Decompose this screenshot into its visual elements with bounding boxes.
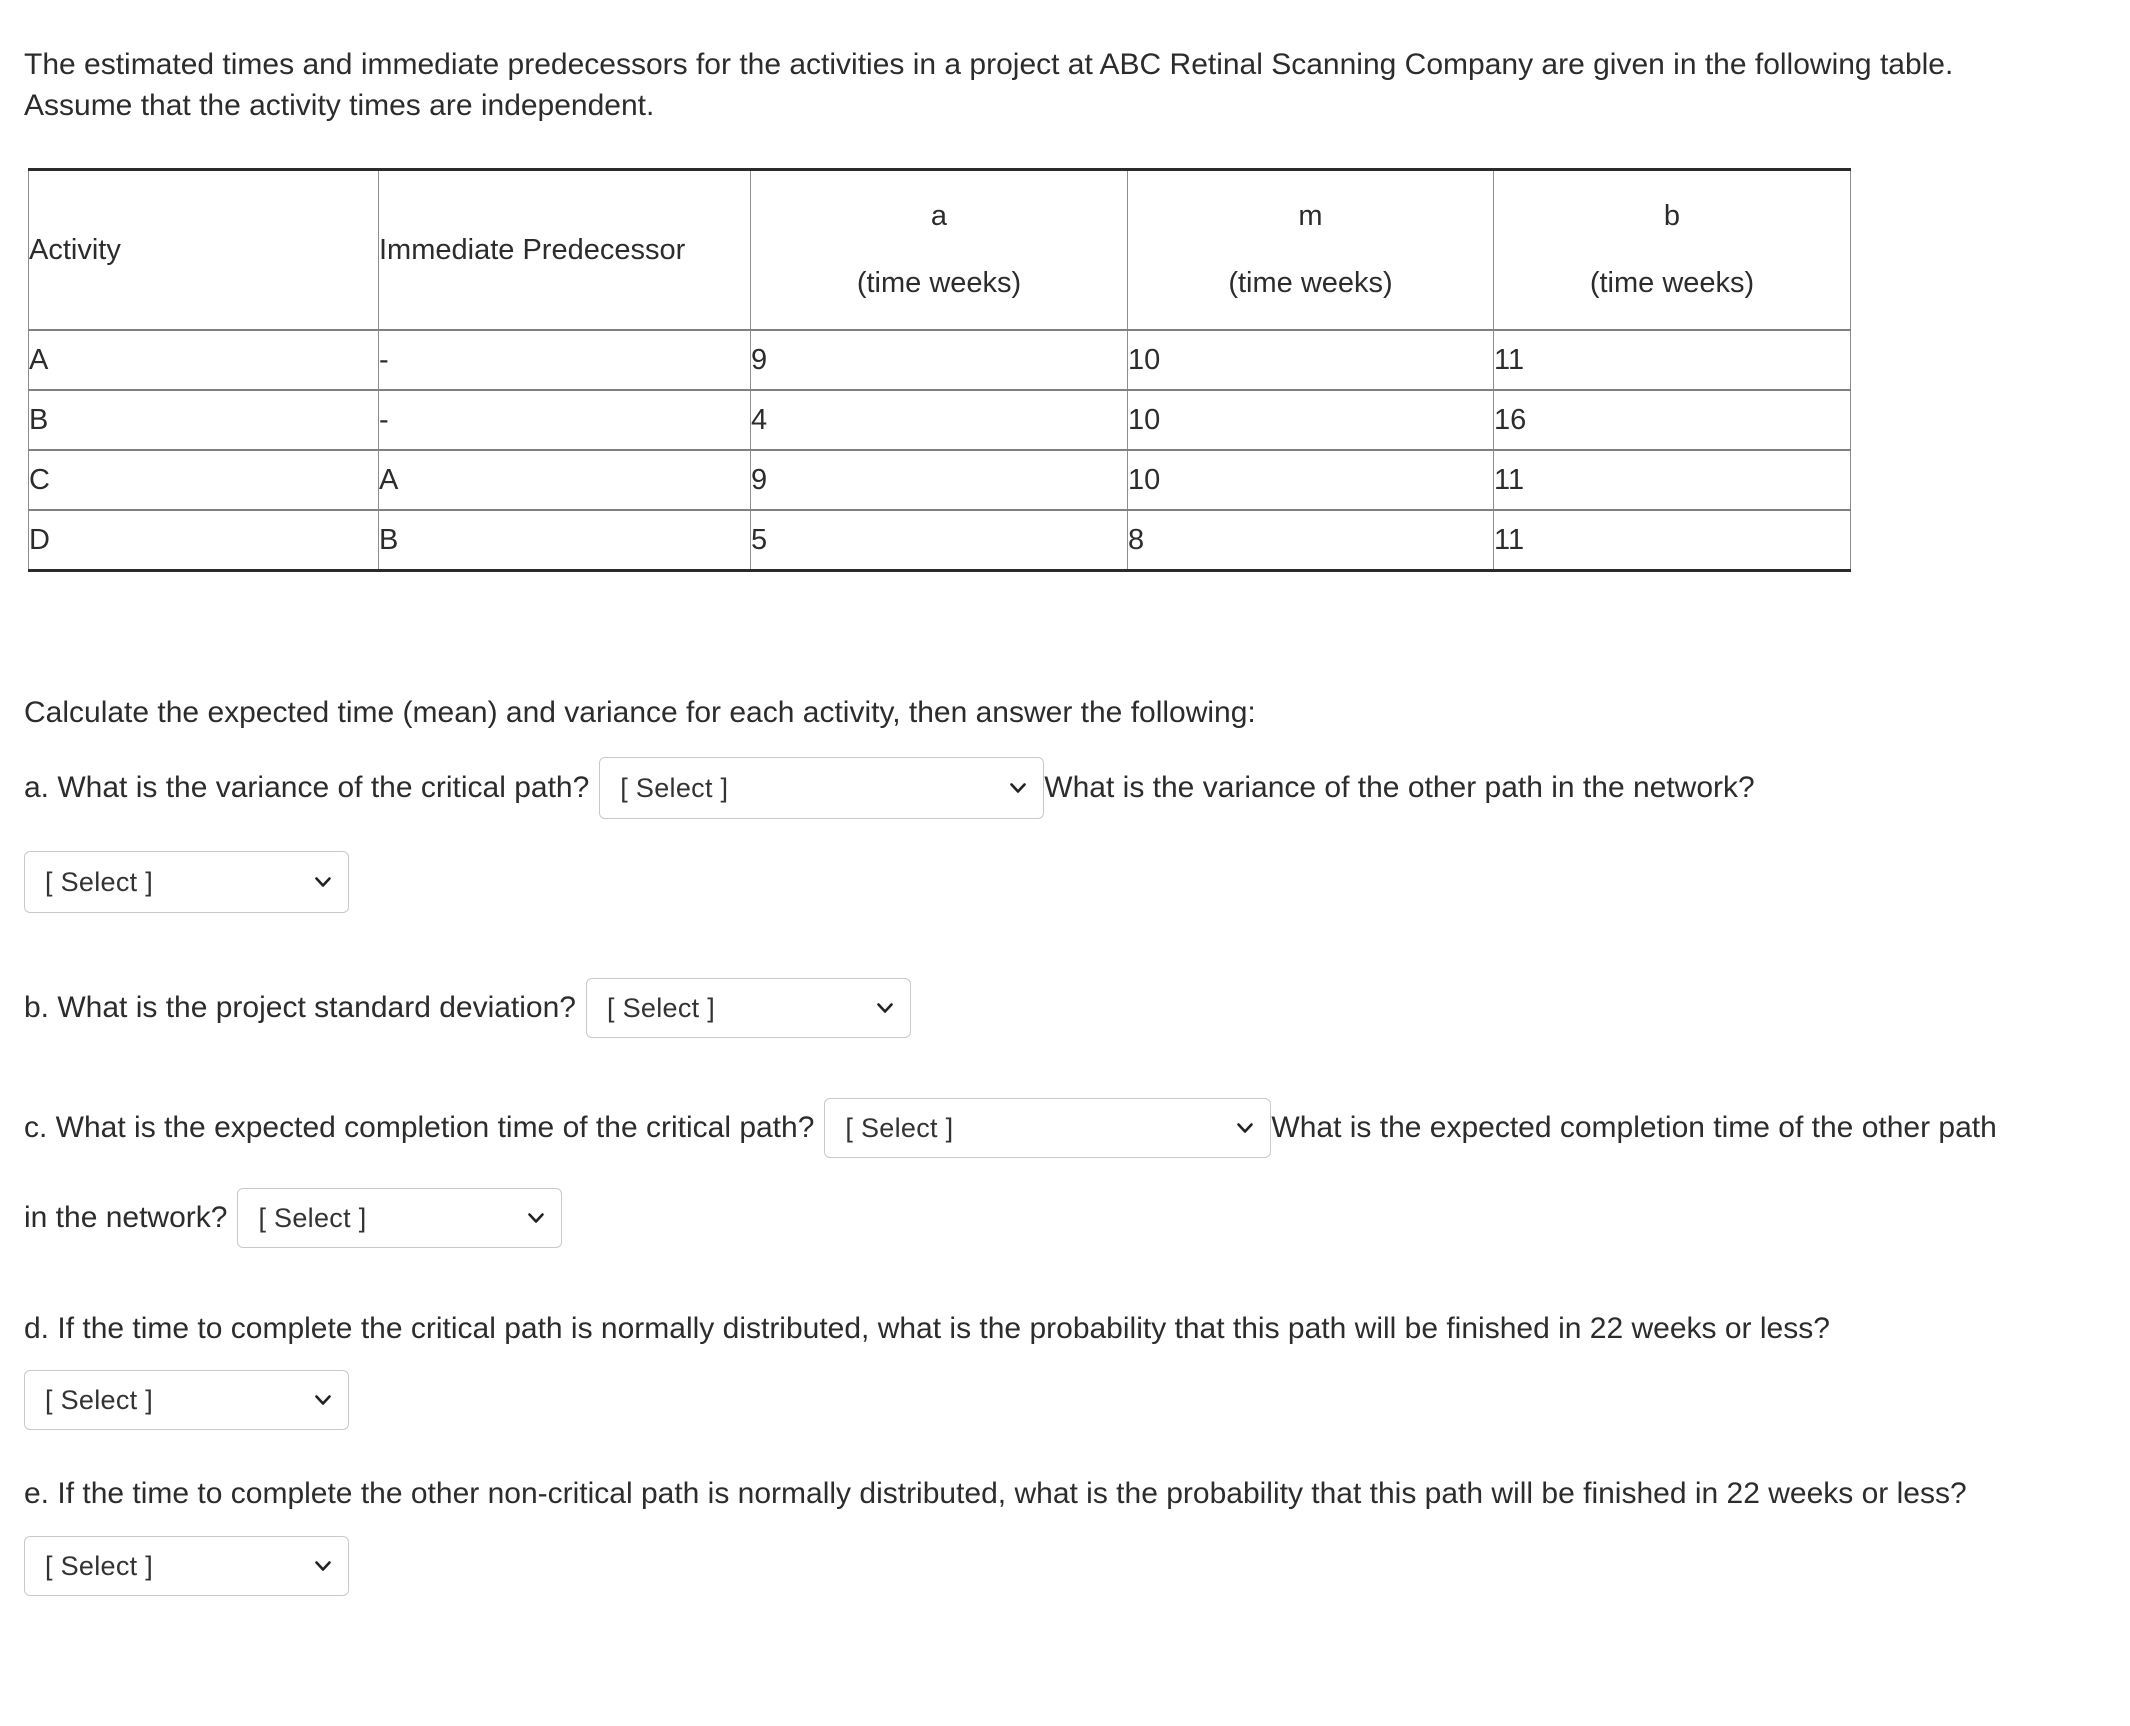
select-expected-time-other-path[interactable]: [ Select ]	[237, 1188, 563, 1248]
question-b-prompt: b. What is the project standard deviatio…	[24, 990, 576, 1024]
select-project-standard-deviation[interactable]: [ Select ]	[585, 978, 911, 1038]
cell-b: 11	[1493, 449, 1851, 511]
header-m-symbol: m	[1298, 200, 1323, 232]
chevron-down-icon	[312, 871, 334, 893]
cell-activity: D	[28, 509, 379, 572]
chevron-down-icon	[525, 1207, 547, 1229]
question-c-line-1: c. What is the expected completion time …	[24, 1098, 1997, 1158]
select-value: [ Select ]	[845, 1112, 954, 1143]
header-a-symbol: a	[930, 200, 948, 232]
question-a-mid-text: What is the variance of the other path i…	[1044, 770, 1755, 804]
cell-a: 4	[750, 389, 1128, 451]
table-header-row: Activity Immediate Predecessor a (time w…	[28, 168, 1851, 331]
intro-line-1: The estimated times and immediate predec…	[24, 48, 1954, 81]
question-c-continuation-text: in the network?	[24, 1200, 228, 1234]
cell-predecessor: -	[378, 389, 751, 451]
select-value: [ Select ]	[45, 1384, 154, 1415]
cell-b: 16	[1493, 389, 1851, 451]
select-probability-critical-path[interactable]: [ Select ]	[24, 1370, 349, 1430]
cell-b: 11	[1493, 509, 1851, 572]
select-value: [ Select ]	[45, 866, 154, 897]
select-probability-non-critical-path[interactable]: [ Select ]	[24, 1536, 349, 1596]
select-variance-critical-path[interactable]: [ Select ]	[599, 757, 1045, 819]
cell-predecessor: B	[378, 509, 751, 572]
cell-a: 9	[750, 449, 1128, 511]
question-a-line-1: a. What is the variance of the critical …	[24, 757, 1755, 819]
cell-predecessor: -	[378, 330, 751, 391]
table-row: C A 9 10 11	[28, 449, 1851, 511]
cell-m: 10	[1127, 389, 1494, 451]
header-m-unit: (time weeks)	[1228, 267, 1393, 299]
table-row: D B 5 8 11	[28, 509, 1851, 572]
table-body: A - 9 10 11 B - 4 10 16 C A 9 10 11 D B …	[28, 330, 1851, 572]
chevron-down-icon	[874, 997, 896, 1019]
chevron-down-icon	[312, 1389, 334, 1411]
select-value: [ Select ]	[620, 772, 729, 803]
header-b-symbol: b	[1663, 200, 1681, 232]
cell-b: 11	[1493, 330, 1851, 391]
intro-line-2: Assume that the activity times are indep…	[24, 89, 655, 123]
header-pessimistic-time: b (time weeks)	[1493, 168, 1851, 331]
table-row: B - 4 10 16	[28, 389, 1851, 451]
select-variance-other-path[interactable]: [ Select ]	[24, 851, 349, 913]
chevron-down-icon	[312, 1555, 334, 1577]
select-value: [ Select ]	[258, 1202, 367, 1233]
question-d-prompt: d. If the time to complete the critical …	[24, 1312, 1830, 1345]
header-immediate-predecessor: Immediate Predecessor	[378, 168, 751, 331]
cell-activity: C	[28, 449, 379, 511]
header-b-unit: (time weeks)	[1589, 267, 1755, 299]
question-c-prompt: c. What is the expected completion time …	[24, 1110, 815, 1144]
header-most-likely-time: m (time weeks)	[1127, 168, 1494, 331]
table-header: Activity Immediate Predecessor a (time w…	[28, 168, 1851, 331]
question-a-prompt: a. What is the variance of the critical …	[24, 770, 590, 804]
header-a-unit: (time weeks)	[856, 267, 1022, 299]
cell-m: 8	[1127, 509, 1494, 572]
chevron-down-icon	[1234, 1117, 1256, 1139]
table-row: A - 9 10 11	[28, 330, 1851, 391]
select-value: [ Select ]	[45, 1550, 154, 1581]
question-b-line: b. What is the project standard deviatio…	[24, 978, 911, 1038]
cell-activity: B	[28, 389, 379, 451]
question-e-prompt: e. If the time to complete the other non…	[24, 1477, 1967, 1510]
question-a-line-2: [ Select ]	[24, 851, 349, 913]
cell-m: 10	[1127, 330, 1494, 391]
question-d-select-wrap: [ Select ]	[24, 1370, 349, 1430]
cell-a: 9	[750, 330, 1128, 391]
header-optimistic-time: a (time weeks)	[750, 168, 1128, 331]
question-e-select-wrap: [ Select ]	[24, 1536, 349, 1596]
activity-times-table: Activity Immediate Predecessor a (time w…	[28, 168, 1851, 572]
select-expected-time-critical-path[interactable]: [ Select ]	[824, 1098, 1272, 1158]
cell-predecessor: A	[378, 449, 751, 511]
select-value: [ Select ]	[606, 992, 716, 1023]
chevron-down-icon	[1007, 777, 1029, 799]
cell-m: 10	[1127, 449, 1494, 511]
header-activity: Activity	[28, 168, 379, 331]
question-c-mid-text: What is the expected completion time of …	[1271, 1110, 1997, 1144]
cell-activity: A	[28, 330, 379, 391]
intro-paragraph: The estimated times and immediate predec…	[24, 44, 2109, 127]
instruction-text: Calculate the expected time (mean) and v…	[24, 696, 1256, 729]
question-c-line-2: in the network? [ Select ]	[24, 1188, 563, 1248]
question-page: The estimated times and immediate predec…	[0, 0, 2130, 1726]
cell-a: 5	[750, 509, 1128, 572]
